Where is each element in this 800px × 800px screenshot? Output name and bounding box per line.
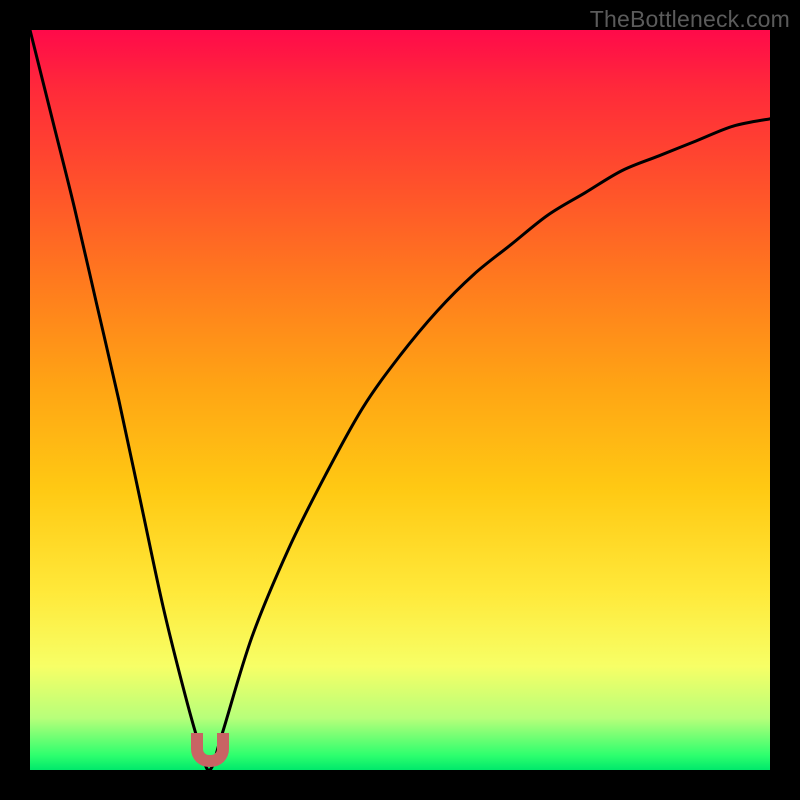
chart-frame: TheBottleneck.com: [0, 0, 800, 800]
watermark-text: TheBottleneck.com: [590, 6, 790, 33]
curve-svg: [30, 30, 770, 770]
plot-area: [30, 30, 770, 770]
bottleneck-curve-path: [30, 30, 770, 770]
minimum-marker: [191, 733, 229, 767]
